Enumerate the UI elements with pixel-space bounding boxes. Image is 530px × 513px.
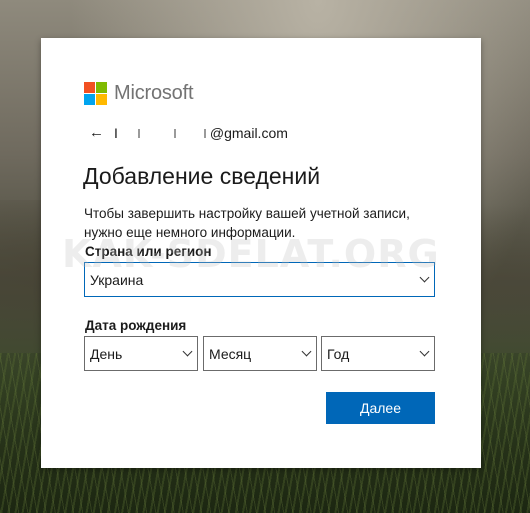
month-value: Месяц (209, 345, 252, 362)
chevron-down-icon (182, 346, 193, 356)
logo-text: Microsoft (114, 82, 194, 104)
birthdate-label: Дата рождения (85, 318, 187, 333)
back-arrow-icon[interactable]: ← (89, 124, 104, 141)
day-value: День (90, 345, 123, 362)
chevron-down-icon (301, 346, 312, 356)
email-suffix: @gmail.com (209, 124, 288, 141)
next-button[interactable]: Далее (326, 392, 435, 424)
month-select[interactable]: Месяц (203, 336, 317, 371)
chevron-down-icon (419, 346, 430, 356)
email-redacted (118, 127, 210, 139)
year-value: Год (327, 345, 350, 362)
page-title: Добавление сведений (83, 163, 321, 189)
watermark: KAK-SDELAT.ORG (62, 232, 440, 276)
microsoft-logo: Microsoft (84, 82, 194, 105)
day-select[interactable]: День (84, 336, 198, 371)
microsoft-squares-icon (84, 82, 107, 105)
account-row: ← I @gmail.com (89, 124, 288, 141)
year-select[interactable]: Год (321, 336, 435, 371)
